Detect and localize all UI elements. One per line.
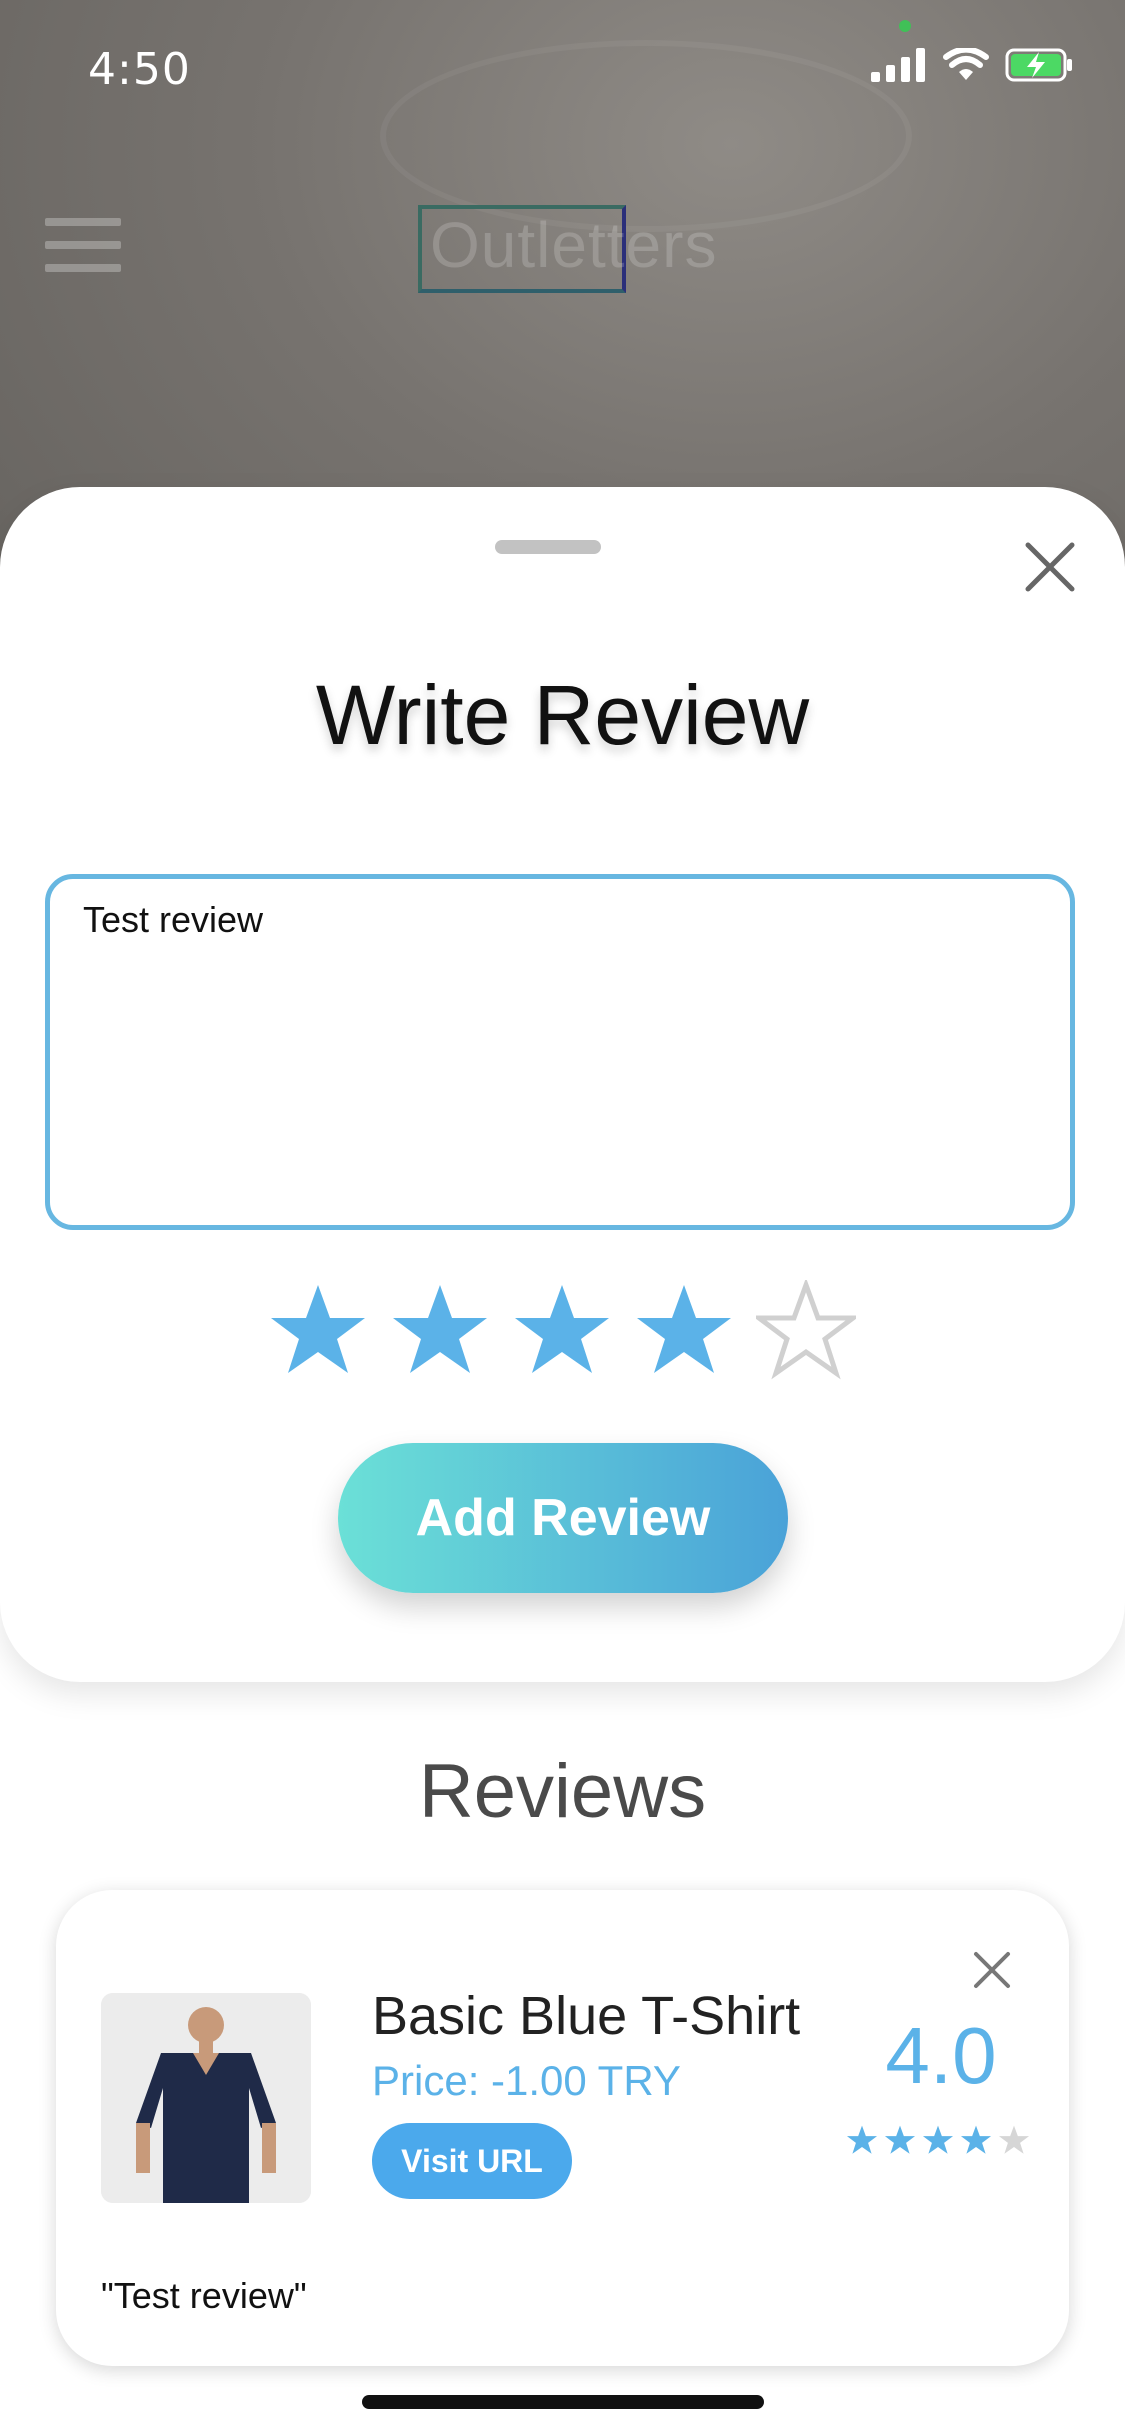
- wifi-icon: [943, 48, 989, 80]
- star-empty-icon: [998, 2125, 1030, 2154]
- sheet-title: Write Review: [315, 668, 810, 762]
- visit-url-button[interactable]: Visit URL: [372, 2123, 572, 2199]
- close-icon[interactable]: [972, 1950, 1012, 1990]
- close-icon[interactable]: [1022, 539, 1078, 595]
- star-filled-icon[interactable]: [634, 1280, 734, 1380]
- tshirt-image: [101, 1993, 311, 2203]
- star-filled-icon: [846, 2125, 878, 2154]
- rating-value: 4.0: [885, 2011, 997, 2100]
- star-filled-icon[interactable]: [390, 1280, 490, 1380]
- write-review-sheet: Write Review Test review Add Review: [0, 487, 1125, 1682]
- star-filled-icon: [960, 2125, 992, 2154]
- product-name: Basic Blue T-Shirt: [372, 1986, 801, 2046]
- mini-rating-stars: [846, 2124, 1030, 2156]
- hamburger-menu-icon[interactable]: [45, 218, 121, 272]
- review-card: Basic Blue T-Shirt Price: -1.00 TRY Visi…: [56, 1890, 1069, 2366]
- add-review-button[interactable]: Add Review: [338, 1443, 788, 1593]
- product-price: Price: -1.00 TRY: [372, 2057, 681, 2104]
- background-decoration: [380, 40, 912, 232]
- logo: Outletters: [430, 209, 718, 281]
- home-indicator[interactable]: [362, 2395, 764, 2409]
- sheet-grabber[interactable]: [495, 540, 601, 554]
- product-thumbnail: [101, 1993, 311, 2203]
- star-filled-icon[interactable]: [512, 1280, 612, 1380]
- status-time: 4:50: [88, 44, 191, 95]
- status-icons: [871, 48, 1075, 82]
- rating-stars[interactable]: [268, 1280, 856, 1380]
- review-text: "Test review": [101, 2275, 307, 2316]
- camera-indicator-icon: [899, 20, 911, 32]
- star-filled-icon: [884, 2125, 916, 2154]
- star-empty-icon[interactable]: [756, 1280, 856, 1380]
- cellular-signal-icon: [871, 48, 925, 82]
- star-filled-icon: [922, 2125, 954, 2154]
- star-filled-icon[interactable]: [268, 1280, 368, 1380]
- reviews-title: Reviews: [418, 1749, 707, 1834]
- review-textarea[interactable]: Test review: [45, 874, 1075, 1230]
- battery-charging-icon: [1005, 48, 1072, 82]
